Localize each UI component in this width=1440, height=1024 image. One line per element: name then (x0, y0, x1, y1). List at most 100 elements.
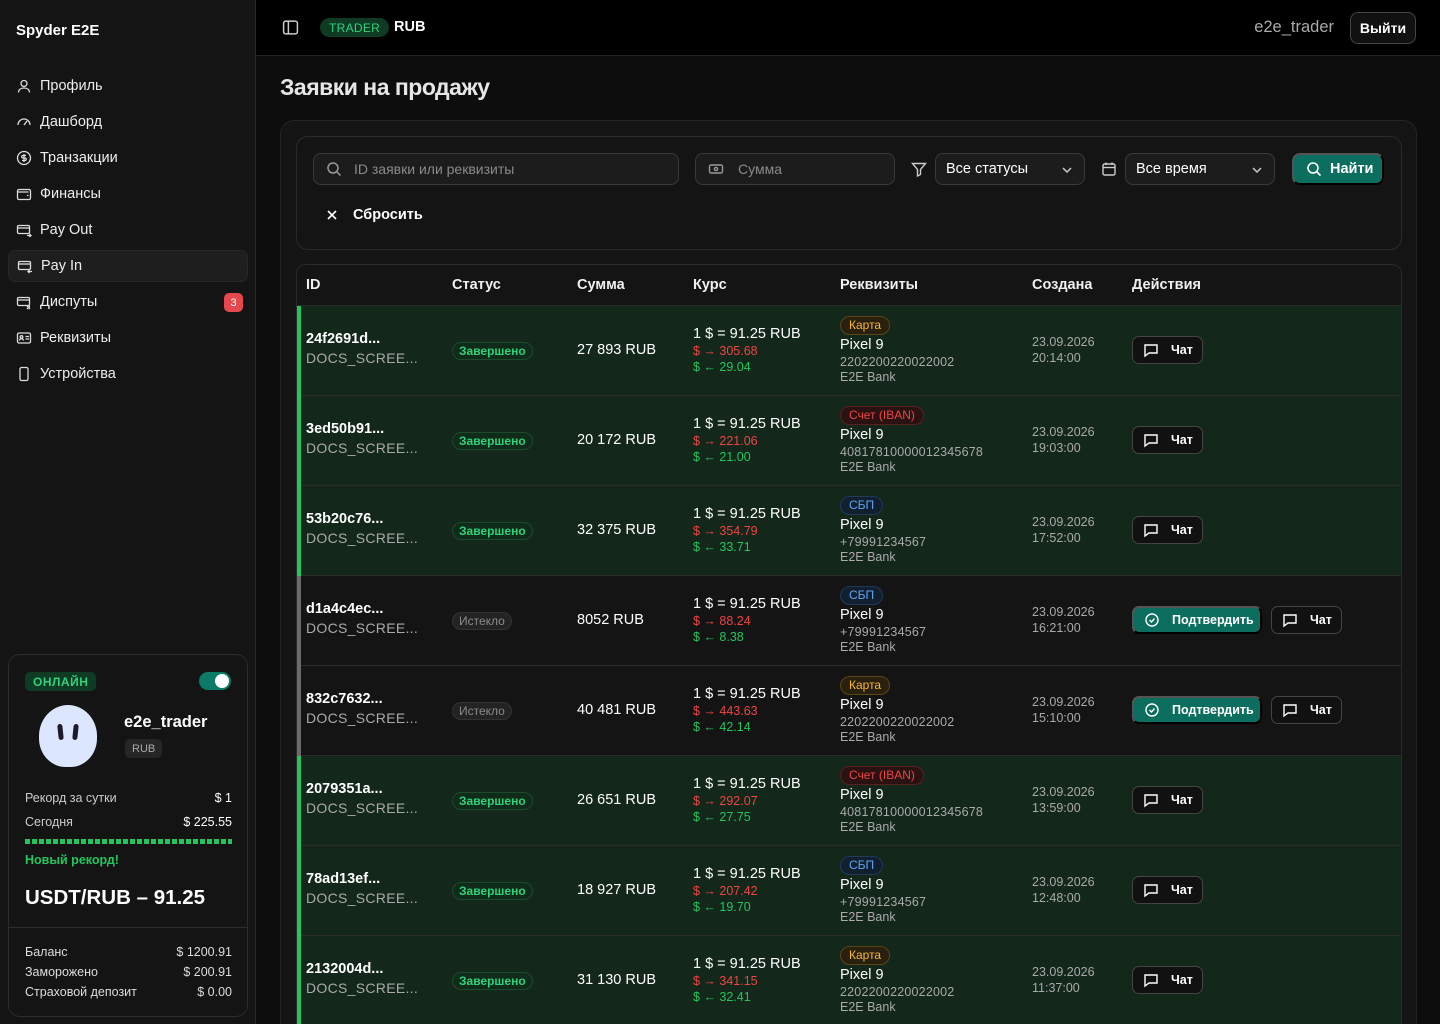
table-row[interactable]: 24f2691d... DOCS_SCREE... Завершено 27 8… (297, 306, 1401, 396)
chat-label: Чат (1171, 343, 1193, 357)
table-row[interactable]: 2132004d... DOCS_SCREE... Завершено 31 1… (297, 936, 1401, 1024)
header-currency: RUB (394, 19, 426, 35)
status-badge: Завершено (452, 432, 533, 450)
chat-button[interactable]: Чат (1132, 336, 1203, 364)
filter-icon (911, 162, 927, 177)
created-date: 23.09.2026 (1032, 965, 1095, 979)
order-id[interactable]: 2132004d... (306, 961, 418, 977)
row-status-bar (297, 306, 301, 396)
balance-row: Баланс $ 1200.91 (25, 945, 232, 959)
reset-button[interactable]: Сбросить (325, 207, 423, 223)
requisite-device: Pixel 9 (840, 877, 884, 893)
chat-button[interactable]: Чат (1132, 876, 1203, 904)
requisite-device: Pixel 9 (840, 967, 884, 983)
sidebar-item-дашборд[interactable]: Дашборд (8, 106, 248, 138)
status-badge: Завершено (452, 972, 533, 990)
table-row[interactable]: 2079351a... DOCS_SCREE... Завершено 26 6… (297, 756, 1401, 846)
created-time: 13:59:00 (1032, 801, 1081, 815)
period-select[interactable]: Все время (1125, 153, 1275, 185)
sidebar-item-label: Pay Out (40, 222, 93, 238)
sidebar-item-профиль[interactable]: Профиль (8, 70, 248, 102)
status-select[interactable]: Все статусы (935, 153, 1085, 185)
table-row[interactable]: 53b20c76... DOCS_SCREE... Завершено 32 3… (297, 486, 1401, 576)
chat-button[interactable]: Чат (1132, 786, 1203, 814)
rate-out: $ → 221.06 (693, 434, 758, 448)
created-cell: 23.09.2026 17:52:00 (1032, 514, 1095, 546)
status-badge: Завершено (452, 522, 533, 540)
rate-value: 1 $ = 91.25 RUB (693, 686, 801, 702)
chat-button[interactable]: Чат (1132, 426, 1203, 454)
created-date: 23.09.2026 (1032, 785, 1095, 799)
sidebar-item-транзакции[interactable]: Транзакции (8, 142, 248, 174)
order-sum: 31 130 RUB (577, 972, 656, 988)
rate-cell: 1 $ = 91.25 RUB $ → 341.15 $ ← 32.41 (693, 956, 801, 1005)
order-id-cell: 2132004d... DOCS_SCREE... (306, 961, 418, 996)
requisite-device: Pixel 9 (840, 427, 884, 443)
sidebar-item-диспуты[interactable]: Диспуты 3 (8, 286, 248, 318)
table-row[interactable]: 3ed50b91... DOCS_SCREE... Завершено 20 1… (297, 396, 1401, 486)
logout-button[interactable]: Выйти (1350, 12, 1416, 44)
rate-value: 1 $ = 91.25 RUB (693, 326, 801, 342)
order-id[interactable]: 53b20c76... (306, 511, 418, 527)
col-requisites-header: Реквизиты (840, 277, 919, 293)
confirm-button[interactable]: Подтвердить (1132, 696, 1262, 724)
requisite-device: Pixel 9 (840, 337, 884, 353)
sidebar-item-label: Финансы (40, 186, 101, 202)
requisite-device: Pixel 9 (840, 607, 884, 623)
sum-input[interactable]: Сумма (695, 153, 895, 185)
requisite-number: 2202200220022002 (840, 355, 955, 369)
row-status-bar (297, 486, 301, 576)
calendar-icon (1102, 162, 1116, 176)
chat-button[interactable]: Чат (1132, 966, 1203, 994)
find-button[interactable]: Найти (1292, 153, 1384, 185)
order-id[interactable]: 78ad13ef... (306, 871, 418, 887)
requisite-device: Pixel 9 (840, 697, 884, 713)
table-row[interactable]: d1a4c4ec... DOCS_SCREE... Истекло 8052 R… (297, 576, 1401, 666)
requisite-number: +79991234567 (840, 895, 927, 909)
balance-label: Баланс (25, 945, 68, 959)
search-icon (1307, 162, 1322, 177)
order-id[interactable]: 832c7632... (306, 691, 418, 707)
confirm-button[interactable]: Подтвердить (1132, 606, 1262, 634)
sidebar-item-устройства[interactable]: Устройства (8, 358, 248, 390)
chat-button[interactable]: Чат (1132, 516, 1203, 544)
sidebar-item-pay-in[interactable]: Pay In (8, 250, 248, 282)
order-id[interactable]: 3ed50b91... (306, 421, 418, 437)
rate-out: $ → 207.42 (693, 884, 758, 898)
sidebar-item-финансы[interactable]: Финансы (8, 178, 248, 210)
row-status-bar (297, 396, 301, 486)
order-id[interactable]: 24f2691d... (306, 331, 418, 347)
row-status-bar (297, 666, 301, 756)
table-body: 24f2691d... DOCS_SCREE... Завершено 27 8… (297, 306, 1401, 1024)
created-date: 23.09.2026 (1032, 515, 1095, 529)
sidebar-item-label: Диспуты (40, 294, 98, 310)
balance-value: $ 1200.91 (176, 945, 232, 959)
order-id-cell: 53b20c76... DOCS_SCREE... (306, 511, 418, 546)
filter-panel: ID заявки или реквизиты Сумма Все статус… (296, 136, 1402, 250)
sidebar-item-label: Профиль (40, 78, 103, 94)
order-id[interactable]: d1a4c4ec... (306, 601, 418, 617)
order-id-cell: 3ed50b91... DOCS_SCREE... (306, 421, 418, 456)
chat-button[interactable]: Чат (1271, 606, 1342, 634)
rate-value: 1 $ = 91.25 RUB (693, 956, 801, 972)
chat-label: Чат (1310, 613, 1332, 627)
order-id[interactable]: 2079351a... (306, 781, 418, 797)
order-ref: DOCS_SCREE... (306, 530, 419, 546)
sidebar-toggle-icon[interactable] (282, 19, 299, 36)
rate-in: $ ← 29.04 (693, 360, 751, 374)
chat-button[interactable]: Чат (1271, 696, 1342, 724)
online-toggle[interactable] (199, 672, 231, 690)
table-row[interactable]: 832c7632... DOCS_SCREE... Истекло 40 481… (297, 666, 1401, 756)
table-row[interactable]: 78ad13ef... DOCS_SCREE... Завершено 18 9… (297, 846, 1401, 936)
search-input[interactable]: ID заявки или реквизиты (313, 153, 679, 185)
sidebar-item-реквизиты[interactable]: Реквизиты (8, 322, 248, 354)
chevron-down-icon (1062, 167, 1072, 174)
sidebar-item-pay-out[interactable]: Pay Out (8, 214, 248, 246)
requisite-number: 40817810000012345678 (840, 805, 984, 819)
requisite-bank: E2E Bank (840, 370, 896, 384)
requisites-cell: Счет (IBAN) Pixel 9 40817810000012345678… (840, 406, 983, 474)
requisite-number: 40817810000012345678 (840, 445, 984, 459)
col-created-header: Создана (1032, 277, 1093, 293)
rate-in: $ ← 8.38 (693, 630, 744, 644)
check-circle-icon (1145, 613, 1159, 627)
